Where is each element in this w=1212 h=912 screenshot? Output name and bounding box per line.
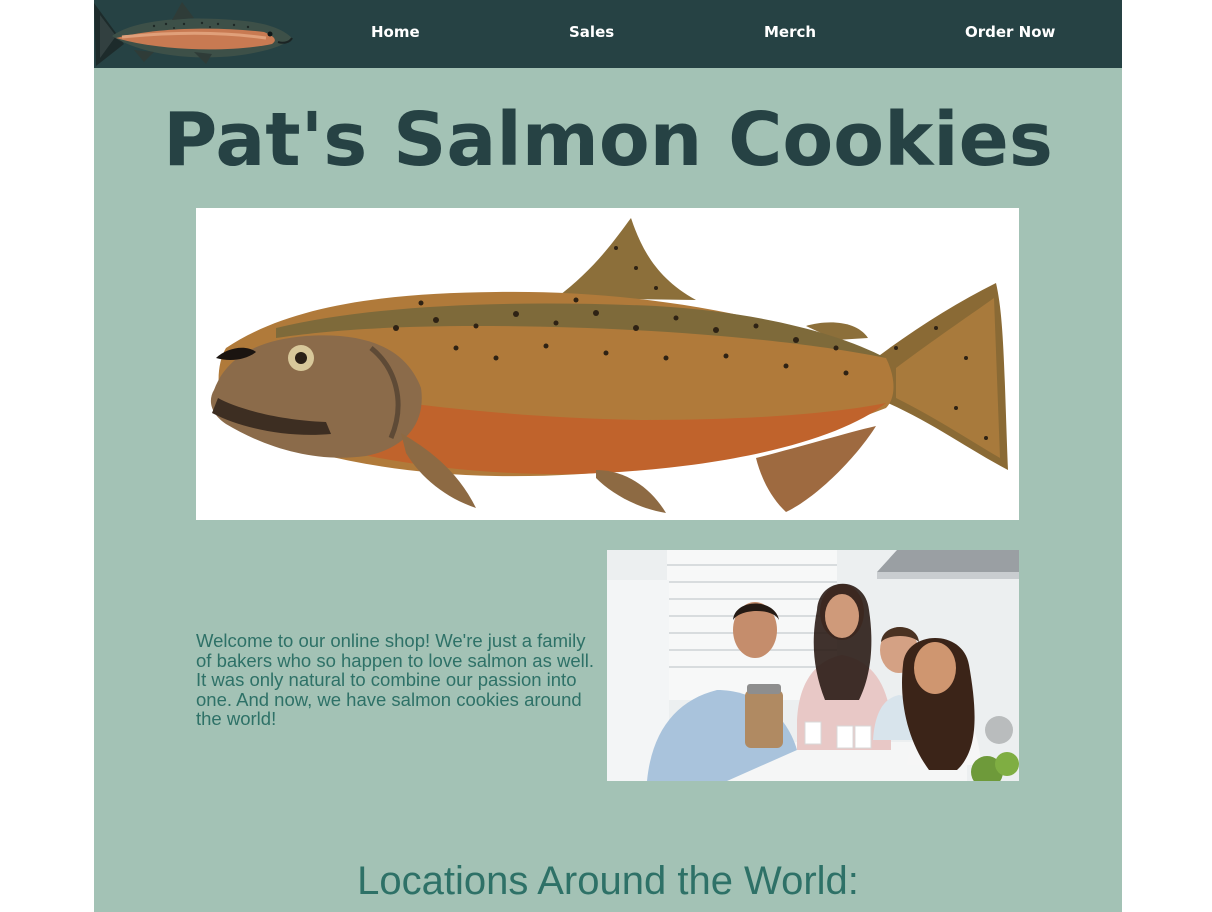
welcome-text: Welcome to our online shop! We're just a…: [196, 630, 594, 729]
hero-image: [196, 208, 1019, 520]
page-title: Pat's Salmon Cookies: [163, 97, 1053, 183]
nav-merch-link[interactable]: Merch: [764, 0, 816, 68]
nav-order-now-link[interactable]: Order Now: [965, 0, 1055, 68]
page: Home Sales Merch Order Now Pat's Salmon …: [94, 0, 1122, 912]
nav-home-link[interactable]: Home: [371, 0, 420, 68]
family-photo: [607, 550, 1019, 781]
locations-heading: Locations Around the World:: [357, 859, 859, 903]
nav-sales-link[interactable]: Sales: [569, 0, 614, 68]
salmon-icon[interactable]: [94, 0, 294, 68]
family-photo-image: [607, 550, 1019, 781]
navbar: Home Sales Merch Order Now: [94, 0, 1122, 68]
salmon-illustration: [196, 208, 1019, 520]
